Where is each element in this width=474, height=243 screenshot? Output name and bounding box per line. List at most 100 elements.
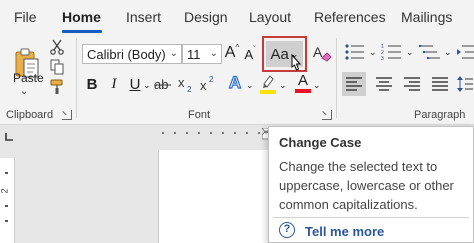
numbering-button[interactable]: 1 2 3 (380, 42, 404, 62)
tooltip-divider (273, 217, 469, 218)
clipboard-group-label: Clipboard (6, 109, 54, 121)
chevron-down-icon[interactable]: ⌄ (406, 47, 414, 58)
decrease-indent-icon (456, 45, 474, 59)
line-spacing-icon (457, 76, 473, 92)
svg-text:x: x (200, 78, 207, 93)
bullet-list-icon (345, 44, 364, 60)
svg-text:2: 2 (209, 75, 214, 84)
align-right-button[interactable] (400, 72, 424, 96)
paste-dropdown-chevron[interactable]: ⌄ (20, 86, 28, 97)
vertical-ruler[interactable] (0, 158, 15, 243)
multilevel-list-button[interactable] (418, 42, 442, 62)
line-spacing-button[interactable] (456, 72, 474, 96)
ruler-tick (174, 132, 176, 134)
decrease-indent-button[interactable] (455, 42, 474, 62)
text-effects-icon: A (228, 72, 242, 92)
tab-insert[interactable]: Insert (126, 9, 161, 25)
tab-file[interactable]: File (14, 9, 37, 25)
shrink-font-icon: A (244, 46, 254, 62)
tab-references[interactable]: References (314, 9, 386, 25)
strikethrough-button[interactable]: ab (154, 74, 172, 94)
chevron-down-icon[interactable]: ⌄ (444, 47, 452, 58)
horizontal-ruler[interactable] (160, 128, 272, 140)
align-left-icon (346, 77, 362, 91)
copy-icon (50, 59, 64, 75)
tab-selector-icon[interactable] (4, 129, 14, 141)
bold-button[interactable]: B (84, 74, 100, 94)
italic-button[interactable]: I (106, 74, 122, 94)
chevron-down-icon[interactable]: ⌄ (369, 47, 377, 58)
format-painter-icon (50, 79, 63, 94)
text-effects-button[interactable]: A (226, 72, 244, 94)
mouse-pointer-icon (291, 53, 302, 71)
highlighter-icon (260, 75, 276, 94)
chevron-down-icon[interactable]: ⌄ (279, 80, 287, 91)
justify-icon (432, 77, 448, 91)
change-case-icon: Aa (270, 45, 289, 63)
shrink-font-button[interactable]: Aˇ (243, 44, 257, 64)
chevron-down-icon[interactable]: ⌄ (313, 80, 321, 91)
svg-text:x: x (178, 75, 185, 90)
scissors-icon (50, 39, 64, 55)
superscript-icon: x 2 (200, 75, 214, 93)
copy-button[interactable] (48, 58, 66, 76)
help-icon[interactable]: ? (279, 222, 295, 238)
svg-text:2: 2 (187, 85, 192, 93)
font-color-icon: A (297, 72, 308, 89)
svg-text:3: 3 (381, 56, 384, 61)
format-painter-button[interactable] (48, 78, 66, 96)
font-size-value: 11 (187, 47, 201, 62)
document-page[interactable] (158, 150, 279, 243)
chevron-down-icon[interactable]: ⌄ (246, 80, 254, 91)
underline-button[interactable]: U (128, 74, 142, 94)
font-launcher-icon[interactable] (322, 110, 332, 120)
chevron-down-icon[interactable]: ⌄ (143, 80, 151, 91)
group-divider (76, 38, 77, 118)
font-group-label: Font (188, 109, 211, 121)
tab-layout[interactable]: Layout (249, 9, 291, 25)
align-center-button[interactable] (372, 72, 396, 96)
ruler-tick (222, 132, 224, 134)
numbered-list-icon: 1 2 3 (381, 44, 401, 61)
paste-label: Paste (13, 71, 44, 85)
align-center-icon (376, 77, 392, 91)
font-family-value: Calibri (Body) (87, 47, 166, 62)
ruler-tick (258, 132, 260, 134)
subscript-icon: x 2 (178, 75, 192, 93)
subscript-button[interactable]: x 2 (178, 74, 196, 94)
bullets-button[interactable] (343, 42, 367, 62)
active-tab-indicator (62, 30, 102, 33)
ruler-tick (198, 132, 200, 134)
highlight-color-button[interactable] (258, 72, 278, 94)
grow-font-icon: A (224, 44, 236, 61)
clear-formatting-button[interactable]: A (311, 42, 333, 64)
cut-button[interactable] (48, 38, 66, 56)
multilevel-list-icon (419, 45, 440, 59)
align-right-icon (404, 77, 420, 91)
font-family-select[interactable]: Calibri (Body) ⌄ (82, 44, 182, 64)
ruler-tick (246, 132, 248, 134)
clipboard-launcher-icon[interactable] (62, 110, 72, 120)
change-case-tooltip: Change Case Change the selected text to … (268, 126, 474, 243)
paragraph-group-label: Paragraph (414, 109, 466, 121)
tooltip-title: Change Case (279, 135, 362, 150)
align-left-button[interactable] (342, 72, 366, 96)
justify-button[interactable] (428, 72, 452, 96)
ruler-tick (234, 132, 236, 134)
font-color-button[interactable]: A (294, 72, 312, 94)
tooltip-description: Change the selected text to uppercase, l… (279, 159, 454, 212)
tab-mailings[interactable]: Mailings (401, 9, 452, 25)
ruler-tick (5, 172, 8, 174)
font-color-swatch (295, 89, 311, 93)
grow-font-button[interactable]: A ^ (224, 42, 240, 64)
tell-me-more-link[interactable]: Tell me more (305, 224, 384, 239)
tab-design[interactable]: Design (184, 9, 228, 25)
tab-home[interactable]: Home (62, 9, 101, 25)
chevron-down-icon: ⌄ (209, 48, 218, 59)
ruler-tick (5, 220, 8, 222)
superscript-button[interactable]: x 2 (200, 74, 218, 94)
font-size-select[interactable]: 11 ⌄ (182, 44, 222, 64)
group-divider (336, 38, 337, 118)
svg-text:A: A (313, 44, 323, 60)
strikethrough-icon: ab (154, 77, 171, 92)
